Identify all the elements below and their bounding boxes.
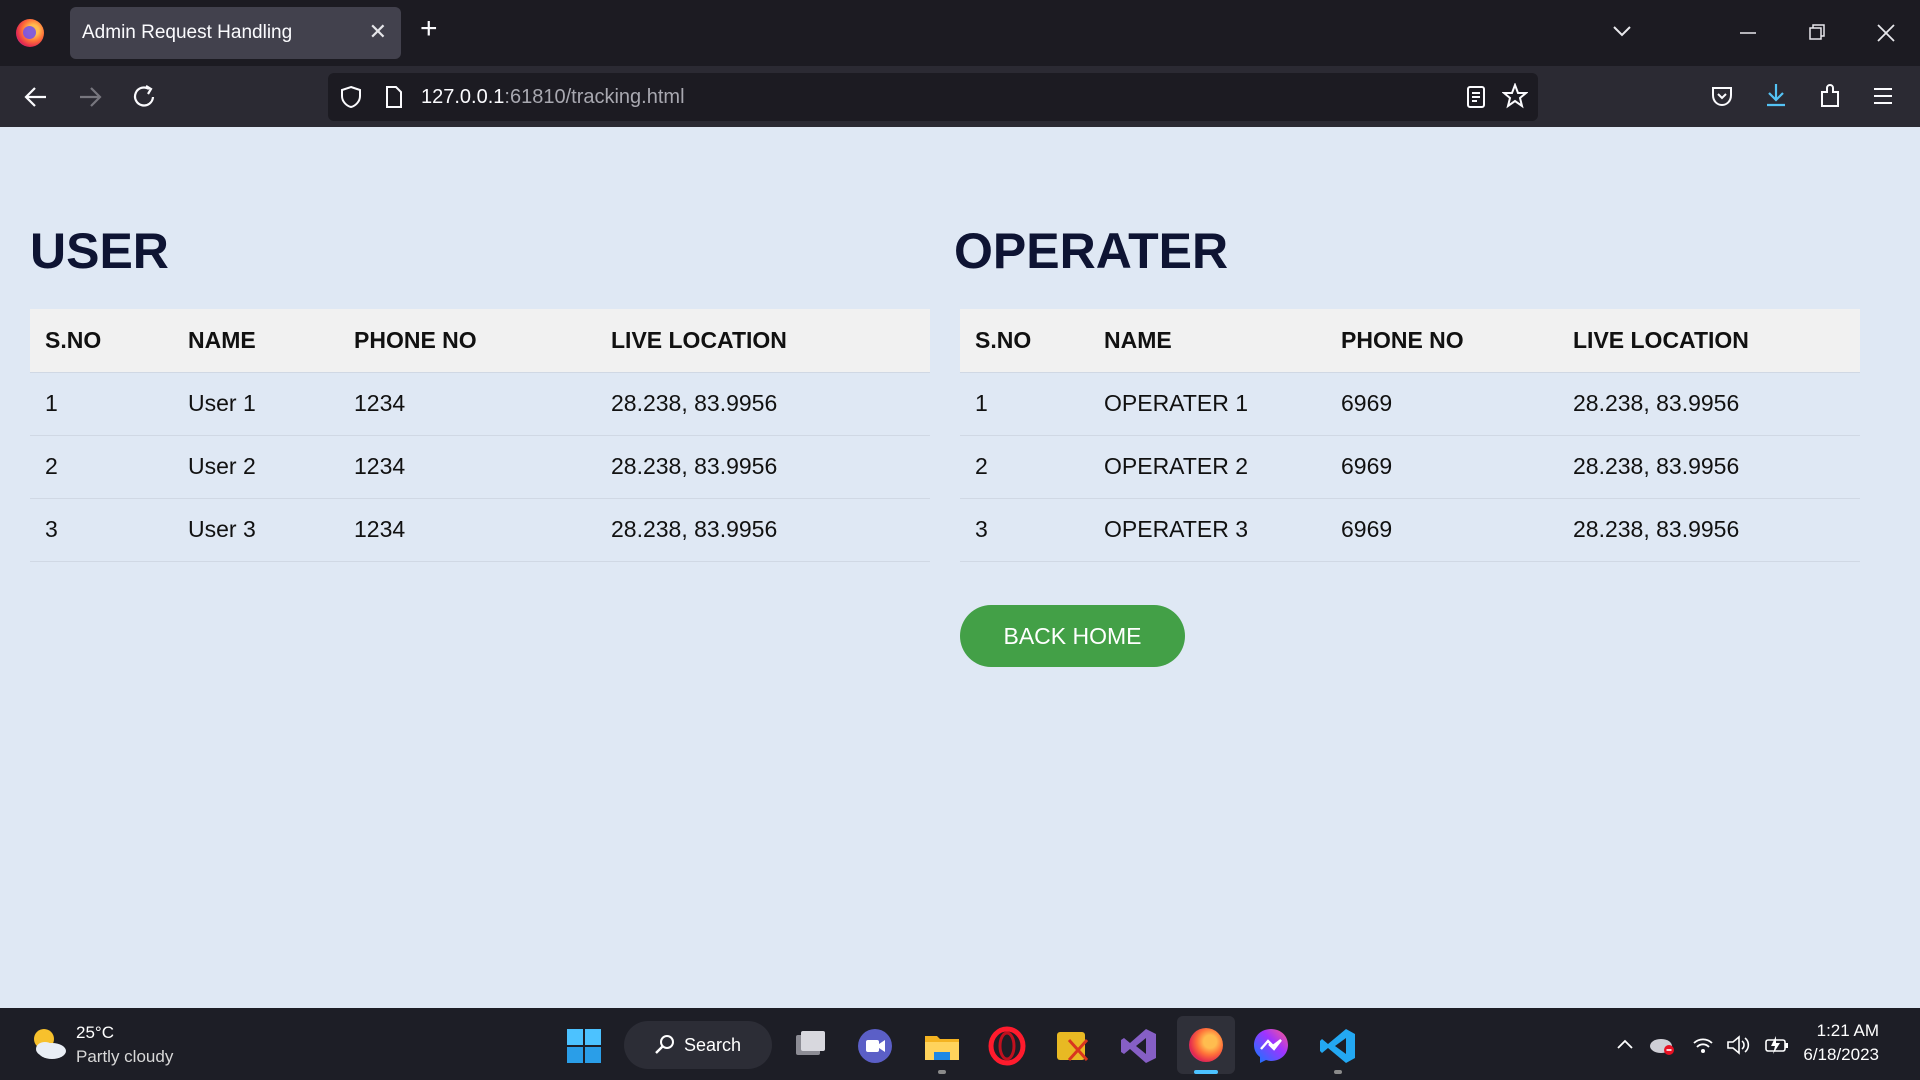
cell-sno: 1 bbox=[960, 372, 1089, 436]
column-header-phone: PHONE NO bbox=[1326, 309, 1558, 373]
table-row: 1 OPERATER 1 6969 28.238, 83.9956 bbox=[960, 372, 1860, 436]
visual-studio-icon[interactable] bbox=[1119, 1026, 1159, 1066]
snipping-tool-icon[interactable] bbox=[1053, 1026, 1093, 1066]
wifi-icon[interactable] bbox=[1692, 1036, 1714, 1054]
cell-phone: 1234 bbox=[339, 498, 596, 562]
weather-temperature[interactable]: 25°C bbox=[76, 1023, 114, 1043]
column-header-location: LIVE LOCATION bbox=[596, 309, 930, 373]
cell-location: 28.238, 83.9956 bbox=[1558, 498, 1860, 562]
cell-sno: 3 bbox=[30, 498, 173, 562]
tab-close-icon[interactable]: ✕ bbox=[369, 19, 387, 45]
firefox-taskbar-icon bbox=[1189, 1028, 1223, 1062]
cell-location: 28.238, 83.9956 bbox=[596, 372, 930, 436]
reload-icon[interactable] bbox=[132, 84, 158, 110]
search-label: Search bbox=[684, 1035, 742, 1055]
reader-view-icon[interactable] bbox=[1466, 85, 1486, 109]
back-arrow-icon[interactable] bbox=[24, 86, 48, 108]
firefox-taskbar-button[interactable] bbox=[1177, 1016, 1235, 1074]
battery-charging-icon[interactable] bbox=[1764, 1034, 1790, 1056]
page-info-icon[interactable] bbox=[385, 86, 403, 108]
table-row: 3 OPERATER 3 6969 28.238, 83.9956 bbox=[960, 498, 1860, 562]
search-icon bbox=[655, 1035, 674, 1054]
user-section-title: USER bbox=[30, 223, 169, 279]
running-indicator bbox=[938, 1070, 946, 1074]
table-row: 2 OPERATER 2 6969 28.238, 83.9956 bbox=[960, 435, 1860, 499]
table-row: 2 User 2 1234 28.238, 83.9956 bbox=[30, 435, 930, 499]
teams-chat-icon[interactable] bbox=[855, 1026, 895, 1066]
cell-name: User 2 bbox=[173, 435, 339, 499]
clock-time[interactable]: 1:21 AM bbox=[1817, 1021, 1879, 1041]
running-indicator bbox=[1334, 1070, 1342, 1074]
tracking-shield-icon[interactable] bbox=[340, 85, 362, 109]
vscode-icon[interactable] bbox=[1318, 1026, 1358, 1066]
cell-location: 28.238, 83.9956 bbox=[1558, 372, 1860, 436]
firefox-icon[interactable] bbox=[16, 19, 44, 47]
column-header-name: NAME bbox=[1089, 309, 1326, 373]
weather-description[interactable]: Partly cloudy bbox=[76, 1047, 173, 1067]
url-host: 127.0.0.1 bbox=[421, 86, 505, 108]
volume-icon[interactable] bbox=[1726, 1034, 1752, 1056]
cell-phone: 6969 bbox=[1326, 372, 1558, 436]
column-header-sno: S.NO bbox=[960, 309, 1089, 373]
cell-name: OPERATER 3 bbox=[1089, 498, 1326, 562]
hamburger-menu-icon[interactable] bbox=[1872, 86, 1894, 106]
cell-name: OPERATER 2 bbox=[1089, 435, 1326, 499]
url-text[interactable]: 127.0.0.1:61810/tracking.html bbox=[421, 86, 685, 109]
pocket-icon[interactable] bbox=[1710, 84, 1734, 108]
bookmark-star-icon[interactable] bbox=[1502, 83, 1528, 109]
new-tab-plus-icon[interactable]: + bbox=[420, 14, 438, 44]
clock-date[interactable]: 6/18/2023 bbox=[1803, 1045, 1879, 1065]
cell-location: 28.238, 83.9956 bbox=[596, 498, 930, 562]
operater-table-header-row: S.NO NAME PHONE NO LIVE LOCATION bbox=[960, 309, 1860, 373]
url-path: :61810/tracking.html bbox=[504, 86, 685, 108]
url-bar[interactable]: 127.0.0.1:61810/tracking.html bbox=[328, 73, 1538, 121]
active-indicator bbox=[1194, 1070, 1218, 1074]
cell-phone: 1234 bbox=[339, 435, 596, 499]
cell-phone: 6969 bbox=[1326, 498, 1558, 562]
partly-cloudy-weather-icon[interactable] bbox=[28, 1024, 68, 1062]
column-header-phone: PHONE NO bbox=[339, 309, 596, 373]
opera-browser-icon[interactable] bbox=[987, 1026, 1027, 1066]
taskbar-search-box[interactable]: Search bbox=[624, 1021, 772, 1069]
cell-location: 28.238, 83.9956 bbox=[596, 435, 930, 499]
user-table: S.NO NAME PHONE NO LIVE LOCATION 1 User … bbox=[30, 309, 930, 562]
downloads-icon[interactable] bbox=[1764, 82, 1788, 108]
column-header-name: NAME bbox=[173, 309, 339, 373]
browser-tab[interactable]: Admin Request Handling ✕ bbox=[70, 7, 401, 59]
show-hidden-icons-chevron-icon[interactable] bbox=[1616, 1038, 1634, 1050]
cell-name: User 3 bbox=[173, 498, 339, 562]
table-row: 3 User 3 1234 28.238, 83.9956 bbox=[30, 498, 930, 562]
window-close-icon[interactable] bbox=[1877, 24, 1895, 42]
user-table-header-row: S.NO NAME PHONE NO LIVE LOCATION bbox=[30, 309, 930, 373]
cell-sno: 1 bbox=[30, 372, 173, 436]
table-row: 1 User 1 1234 28.238, 83.9956 bbox=[30, 372, 930, 436]
back-home-button[interactable]: BACK HOME bbox=[960, 605, 1185, 667]
forward-arrow-icon[interactable] bbox=[78, 86, 102, 108]
cell-name: User 1 bbox=[173, 372, 339, 436]
messenger-icon[interactable] bbox=[1251, 1026, 1291, 1066]
minimize-icon[interactable] bbox=[1740, 32, 1756, 34]
list-tabs-chevron-icon[interactable] bbox=[1612, 24, 1632, 38]
windows-start-icon[interactable] bbox=[564, 1026, 604, 1066]
cell-sno: 2 bbox=[960, 435, 1089, 499]
tab-title: Admin Request Handling bbox=[82, 22, 293, 43]
cell-sno: 2 bbox=[30, 435, 173, 499]
restore-icon[interactable] bbox=[1809, 24, 1825, 40]
task-view-icon[interactable] bbox=[790, 1026, 830, 1066]
operater-section-title: OPERATER bbox=[954, 223, 1229, 279]
onedrive-icon[interactable] bbox=[1648, 1034, 1676, 1056]
cell-name: OPERATER 1 bbox=[1089, 372, 1326, 436]
cell-phone: 1234 bbox=[339, 372, 596, 436]
column-header-location: LIVE LOCATION bbox=[1558, 309, 1860, 373]
cell-phone: 6969 bbox=[1326, 435, 1558, 499]
column-header-sno: S.NO bbox=[30, 309, 173, 373]
operater-table: S.NO NAME PHONE NO LIVE LOCATION 1 OPERA… bbox=[960, 309, 1860, 562]
extensions-puzzle-icon[interactable] bbox=[1818, 83, 1842, 109]
cell-sno: 3 bbox=[960, 498, 1089, 562]
file-explorer-icon[interactable] bbox=[922, 1026, 962, 1066]
cell-location: 28.238, 83.9956 bbox=[1558, 435, 1860, 499]
